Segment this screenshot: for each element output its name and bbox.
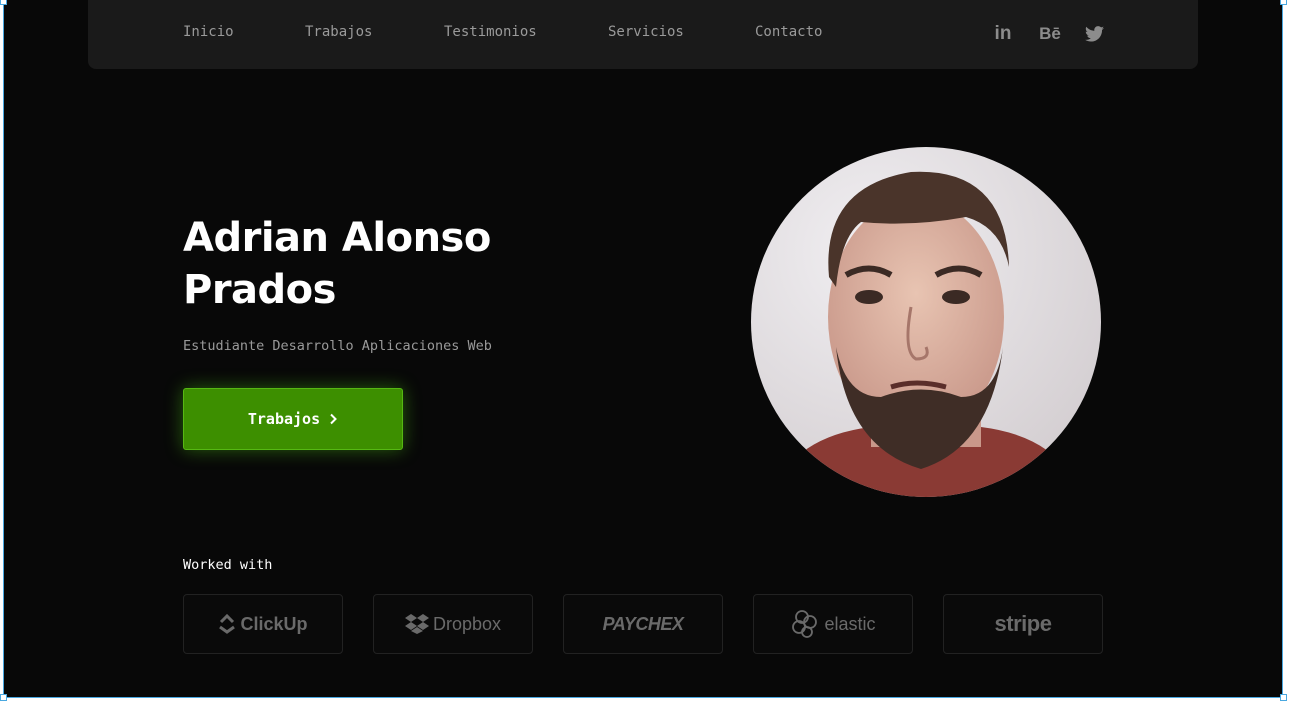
linkedin-icon-glyph: in	[994, 23, 1012, 44]
elastic-logo-text: elastic	[824, 613, 876, 634]
clickup-logo-text: ClickUp	[240, 613, 308, 634]
hero-name-line1: Adrian Alonso	[183, 215, 491, 261]
nav-link-contacto[interactable]: Contacto	[755, 24, 822, 40]
twitter-bird-icon	[1084, 26, 1104, 42]
profile-photo	[751, 147, 1101, 497]
clickup-logo: ClickUp	[183, 594, 343, 654]
nav-link-testimonios[interactable]: Testimonios	[444, 24, 537, 40]
dropbox-logo: Dropbox	[373, 594, 533, 654]
worked-with-heading: Worked with	[183, 557, 273, 573]
nav-link-servicios[interactable]: Servicios	[608, 24, 684, 40]
top-navbar: Inicio Trabajos Testimonios Servicios Co…	[88, 0, 1198, 69]
elastic-logo: elastic	[753, 594, 913, 654]
chevron-right-icon	[330, 413, 338, 425]
hero-name-line2: Prados	[183, 267, 336, 313]
page-frame: Inicio Trabajos Testimonios Servicios Co…	[3, 0, 1283, 698]
dropbox-logo-text: Dropbox	[432, 613, 502, 634]
behance-icon-glyph: Bē	[1039, 24, 1061, 43]
nav-link-inicio[interactable]: Inicio	[183, 24, 234, 40]
trabajos-button-label: Trabajos	[247, 410, 321, 428]
linkedin-icon[interactable]: in	[992, 23, 1014, 45]
elastic-icon	[792, 610, 818, 638]
selection-handle[interactable]	[1280, 694, 1287, 701]
stripe-logo: stripe	[943, 594, 1103, 654]
twitter-icon[interactable]	[1083, 23, 1105, 45]
selection-handle[interactable]	[0, 0, 7, 5]
trabajos-button[interactable]: Trabajos	[183, 388, 403, 450]
selection-handle[interactable]	[0, 694, 7, 701]
selection-handle[interactable]	[1280, 0, 1287, 5]
hero-subtitle: Estudiante Desarrollo Aplicaciones Web	[183, 338, 492, 354]
nav-link-trabajos[interactable]: Trabajos	[305, 24, 372, 40]
paychex-logo-text: PAYCHEX	[602, 613, 684, 634]
hero-name: Adrian Alonso Prados	[183, 212, 603, 316]
dropbox-icon	[404, 614, 429, 634]
clickup-icon	[219, 614, 236, 634]
stripe-logo-text: stripe	[994, 611, 1052, 636]
behance-icon[interactable]: Bē	[1037, 23, 1063, 45]
paychex-logo: PAYCHEX	[563, 594, 723, 654]
